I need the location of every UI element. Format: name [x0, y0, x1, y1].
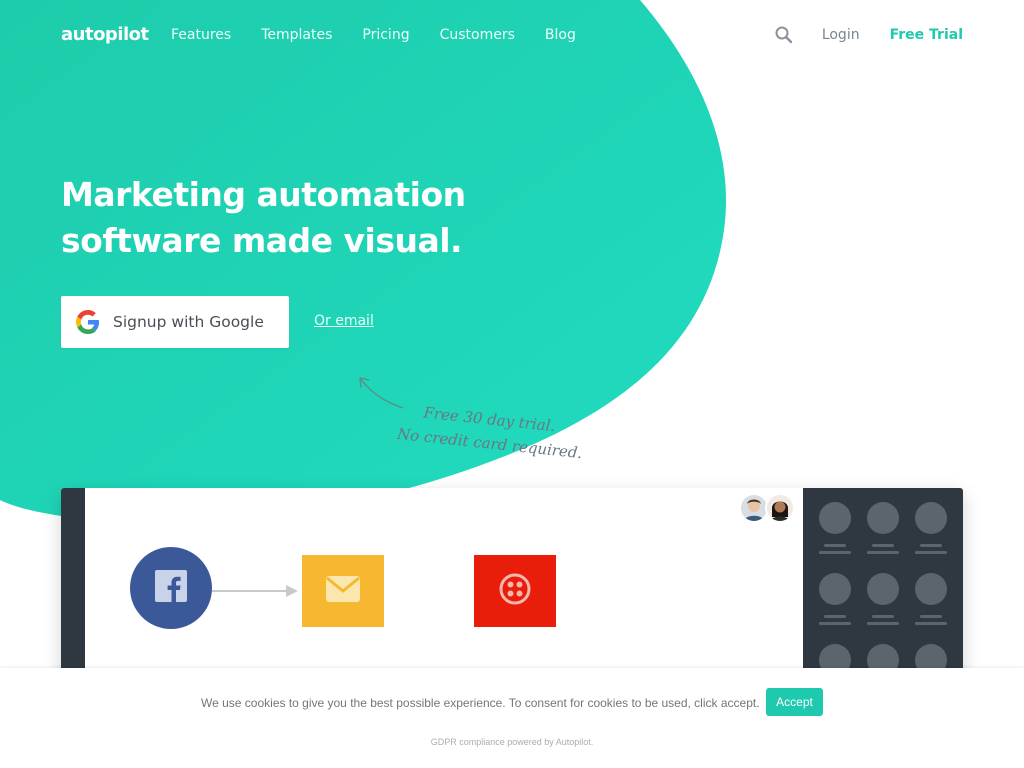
collaborator-avatars: [739, 493, 795, 523]
cookie-consent-bar: We use cookies to give you the best poss…: [0, 668, 1024, 768]
palette-item[interactable]: [859, 502, 907, 554]
facebook-icon: [155, 569, 187, 607]
palette-item[interactable]: [811, 502, 859, 554]
nav-link-features[interactable]: Features: [171, 27, 231, 43]
gdpr-notice[interactable]: GDPR compliance powered by Autopilot.: [0, 737, 1024, 747]
google-icon: [76, 310, 100, 334]
accept-cookies-button[interactable]: Accept: [766, 688, 823, 716]
free-trial-link[interactable]: Free Trial: [890, 27, 963, 43]
palette-item[interactable]: [859, 573, 907, 625]
palette-item[interactable]: [811, 573, 859, 625]
preview-node-palette: [803, 488, 963, 688]
nav-link-blog[interactable]: Blog: [545, 27, 576, 43]
connector-arrow: [212, 585, 298, 597]
nav-right: Login Free Trial: [774, 25, 963, 45]
hero-headline: Marketing automation software made visua…: [61, 172, 501, 264]
twilio-icon: [498, 572, 532, 611]
or-email-link[interactable]: Or email: [314, 313, 374, 329]
nav-link-customers[interactable]: Customers: [440, 27, 515, 43]
signup-with-google-button[interactable]: Signup with Google: [61, 296, 289, 348]
signup-with-google-label: Signup with Google: [113, 313, 264, 331]
page: autopilot Features Templates Pricing Cus…: [0, 0, 1024, 768]
palette-item[interactable]: [907, 502, 955, 554]
autopilot-logo[interactable]: autopilot: [61, 24, 149, 45]
nav-links: Features Templates Pricing Customers Blo…: [171, 27, 606, 43]
email-node[interactable]: [302, 555, 384, 627]
mail-icon: [326, 575, 360, 607]
twilio-node[interactable]: [474, 555, 556, 627]
avatar: [765, 493, 795, 523]
login-link[interactable]: Login: [822, 27, 860, 43]
nav-link-pricing[interactable]: Pricing: [362, 27, 409, 43]
nav-link-templates[interactable]: Templates: [261, 27, 332, 43]
preview-left-sidebar: [61, 488, 85, 688]
headline-line-2: software made visual.: [61, 221, 463, 260]
facebook-node[interactable]: [130, 547, 212, 629]
journey-builder-preview: [61, 488, 963, 688]
palette-item[interactable]: [907, 573, 955, 625]
cookie-message: We use cookies to give you the best poss…: [201, 696, 760, 710]
top-navigation: autopilot Features Templates Pricing Cus…: [0, 0, 1024, 70]
headline-line-1: Marketing automation: [61, 175, 466, 214]
search-icon[interactable]: [774, 25, 794, 45]
